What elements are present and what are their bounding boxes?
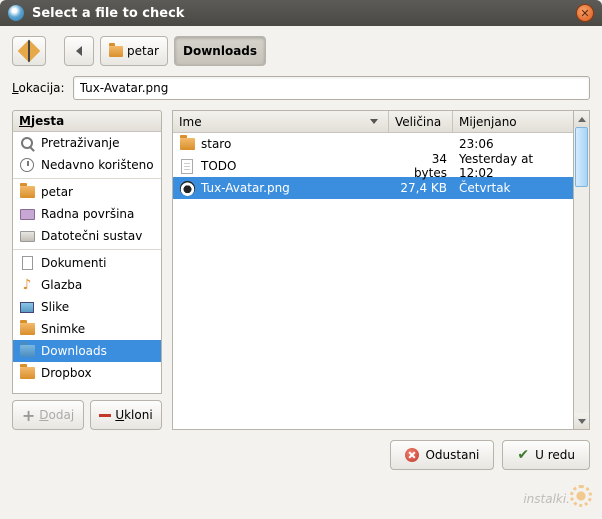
txt-icon (179, 158, 195, 174)
chevron-up-icon (578, 117, 586, 122)
file-modified: Yesterday at 12:02 (453, 152, 573, 180)
dialog-buttons: Odustani ✔ U redu (12, 440, 590, 470)
folder-icon (19, 365, 35, 381)
chevron-left-icon (76, 46, 82, 56)
file-rows: staro 23:06 TODO 34 bytesYesterday at 12:02… (173, 133, 573, 429)
desktop-icon (19, 206, 35, 222)
cancel-icon (405, 448, 419, 462)
col-name[interactable]: Ime (173, 111, 389, 132)
sidebar-item-label: Glazba (41, 278, 82, 292)
scroll-track[interactable] (574, 127, 589, 413)
ok-icon: ✔ (517, 447, 529, 463)
breadcrumb-current[interactable]: Downloads (174, 36, 266, 66)
scroll-down-button[interactable] (574, 413, 589, 429)
file-modified: Četvrtak (453, 181, 573, 195)
search-icon (19, 135, 35, 151)
sidebar-item-radna-površina[interactable]: Radna površina (13, 203, 161, 225)
plus-icon: + (22, 406, 35, 425)
scroll-thumb[interactable] (575, 127, 588, 187)
col-size[interactable]: Veličina (389, 111, 453, 132)
window-title: Select a file to check (32, 6, 576, 21)
sidebar-item-label: Slike (41, 300, 69, 314)
dl-icon (19, 343, 35, 359)
app-icon (8, 5, 24, 21)
file-size: 27,4 KB (389, 181, 453, 195)
music-icon: ♪ (19, 277, 35, 293)
clock-icon (19, 157, 35, 173)
sidebar-item-label: Nedavno korišteno (41, 158, 154, 172)
chevron-down-icon (578, 419, 586, 424)
pencil-icon (18, 40, 41, 63)
close-button[interactable]: ✕ (576, 4, 594, 22)
breadcrumb-current-label: Downloads (183, 44, 257, 58)
file-modified: 23:06 (453, 137, 573, 151)
ok-label: U redu (535, 448, 575, 462)
ok-button[interactable]: ✔ U redu (502, 440, 590, 470)
sidebar-item-datotečni-sustav[interactable]: Datotečni sustav (13, 225, 161, 247)
places-list: Pretraživanje Nedavno korišteno petar Radna… (12, 132, 162, 394)
sidebar-item-label: Datotečni sustav (41, 229, 142, 243)
edit-path-button[interactable] (12, 36, 46, 66)
sidebar-item-label: Dokumenti (41, 256, 106, 270)
file-header: Ime Veličina Mijenjano (173, 111, 573, 133)
col-modified[interactable]: Mijenjano (453, 111, 573, 132)
sidebar-item-petar[interactable]: petar (13, 181, 161, 203)
toolbar: petar Downloads (12, 36, 590, 66)
file-size: 34 bytes (389, 152, 453, 180)
sidebar-item-dropbox[interactable]: Dropbox (13, 362, 161, 384)
doc-icon (19, 255, 35, 271)
watermark: instalki. (523, 481, 592, 509)
file-row[interactable]: Tux-Avatar.png 27,4 KBČetvrtak (173, 177, 573, 199)
sidebar-item-slike[interactable]: Slike (13, 296, 161, 318)
places-sidebar: Mjesta Pretraživanje Nedavno korišteno pet… (12, 110, 162, 430)
sidebar-item-downloads[interactable]: Downloads (13, 340, 161, 362)
location-input[interactable] (73, 76, 590, 100)
drive-icon (19, 228, 35, 244)
file-name: staro (201, 137, 231, 151)
titlebar: Select a file to check ✕ (0, 0, 602, 26)
add-place-button[interactable]: + Dodaj (12, 400, 84, 430)
sidebar-item-label: petar (41, 185, 73, 199)
minus-icon (99, 414, 111, 417)
file-name: Tux-Avatar.png (201, 181, 290, 195)
folder-icon (19, 321, 35, 337)
scrollbar[interactable] (574, 110, 590, 430)
folder-icon (19, 184, 35, 200)
pic-icon (19, 299, 35, 315)
path-back-button[interactable] (64, 36, 94, 66)
sidebar-item-label: Snimke (41, 322, 85, 336)
png-icon (179, 180, 195, 196)
sidebar-item-label: Pretraživanje (41, 136, 119, 150)
file-name: TODO (201, 159, 236, 173)
cancel-label: Odustani (425, 448, 479, 462)
sidebar-item-nedavno-korišteno[interactable]: Nedavno korišteno (13, 154, 161, 176)
file-row[interactable]: TODO 34 bytesYesterday at 12:02 (173, 155, 573, 177)
sidebar-item-dokumenti[interactable]: Dokumenti (13, 252, 161, 274)
scroll-up-button[interactable] (574, 111, 589, 127)
sidebar-item-glazba[interactable]: ♪ Glazba (13, 274, 161, 296)
breadcrumb-parent-label: petar (127, 44, 159, 58)
breadcrumb-parent[interactable]: petar (100, 36, 168, 66)
sidebar-item-label: Radna površina (41, 207, 134, 221)
sidebar-item-pretraživanje[interactable]: Pretraživanje (13, 132, 161, 154)
location-label: Lokacija: (12, 81, 65, 95)
sidebar-item-label: Dropbox (41, 366, 92, 380)
file-pane: Ime Veličina Mijenjano staro 23:06 TODO 34 … (172, 110, 590, 430)
places-header[interactable]: Mjesta (12, 110, 162, 132)
gear-icon (570, 485, 592, 507)
folder-icon (179, 136, 195, 152)
sidebar-item-snimke[interactable]: Snimke (13, 318, 161, 340)
location-row: Lokacija: (12, 76, 590, 100)
cancel-button[interactable]: Odustani (390, 440, 494, 470)
folder-icon (109, 46, 123, 57)
remove-place-button[interactable]: Ukloni (90, 400, 162, 430)
sort-arrow-icon (370, 119, 378, 124)
sidebar-item-label: Downloads (41, 344, 107, 358)
